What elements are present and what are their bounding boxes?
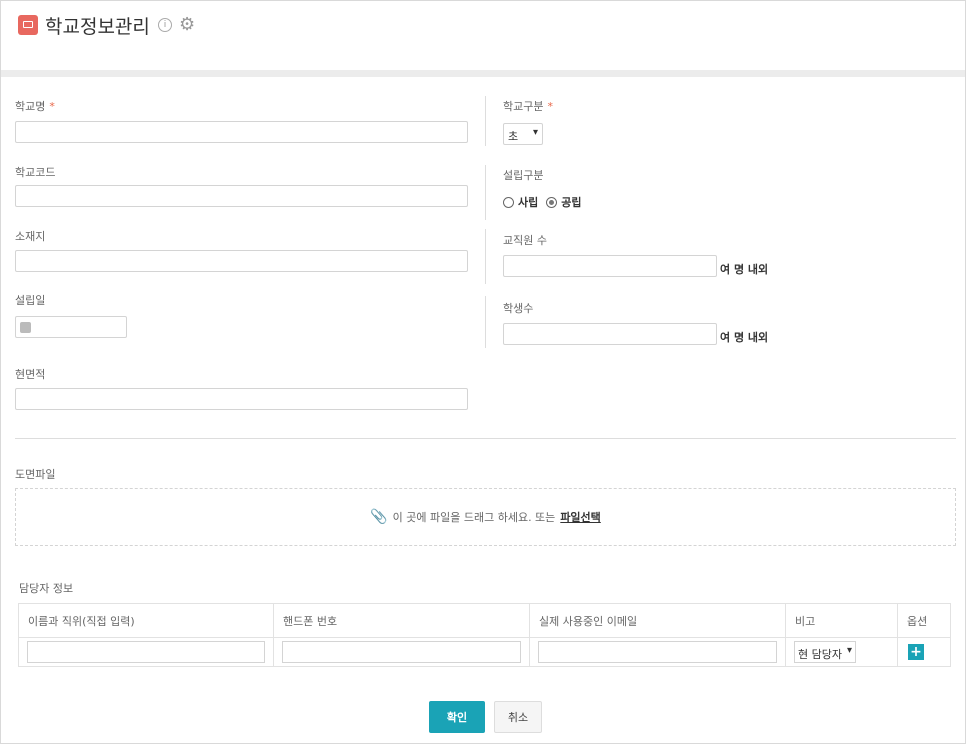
founding-type-label: 설립구분	[503, 169, 544, 182]
student-count-unit: 여 명 내외	[720, 331, 769, 344]
contact-email-input[interactable]	[538, 641, 777, 663]
school-type-label: 학교구분 *	[503, 100, 553, 113]
student-count-input[interactable]	[503, 323, 717, 345]
staff-count-label: 교직원 수	[503, 234, 547, 247]
school-code-input[interactable]	[15, 185, 468, 207]
file-select-link[interactable]: 파일선택	[560, 509, 600, 525]
staff-count-unit: 여 명 내외	[720, 263, 769, 276]
add-contact-button[interactable]: +	[908, 644, 924, 660]
address-label: 소재지	[15, 230, 46, 243]
contacts-table: 이름과 직위(직접 입력) 핸드폰 번호 실제 사용중인 이메일 비고 옵션 현…	[18, 603, 951, 667]
column-header: 비고	[785, 603, 898, 638]
school-code-label: 학교코드	[15, 166, 56, 179]
radio-private[interactable]	[503, 196, 514, 208]
column-header: 실제 사용중인 이메일	[529, 603, 786, 638]
page-title: 학교정보관리	[45, 16, 150, 38]
table-row: 현 담당자 ▾ +	[18, 637, 951, 667]
contact-note-select[interactable]: 현 담당자 ▾	[794, 641, 856, 663]
founding-type-radios: 사립 공립	[503, 194, 582, 210]
area-input[interactable]	[15, 388, 468, 410]
column-divider	[485, 165, 486, 220]
school-type-select[interactable]: 초 ▾	[503, 123, 543, 145]
column-header: 핸드폰 번호	[273, 603, 530, 638]
column-header: 옵션	[897, 603, 951, 638]
area-label: 현면적	[15, 368, 46, 381]
radio-public[interactable]	[546, 196, 558, 208]
founded-date-input[interactable]	[15, 316, 127, 338]
calendar-icon[interactable]	[20, 322, 31, 333]
paperclip-icon: 📎	[370, 509, 388, 525]
school-name-label: 학교명 *	[15, 100, 55, 113]
student-count-label: 학생수	[503, 302, 534, 315]
column-divider	[485, 229, 486, 284]
cancel-button[interactable]: 취소	[494, 701, 542, 733]
laptop-icon	[18, 15, 38, 35]
column-divider	[485, 296, 486, 348]
chevron-down-icon: ▾	[846, 645, 852, 656]
contact-name-input[interactable]	[27, 641, 265, 663]
contact-phone-input[interactable]	[282, 641, 521, 663]
contacts-title: 담당자 정보	[19, 582, 74, 595]
founded-date-label: 설립일	[15, 294, 46, 307]
school-name-input[interactable]	[15, 121, 468, 143]
header-divider	[1, 70, 965, 77]
column-header: 이름과 직위(직접 입력)	[18, 603, 274, 638]
address-input[interactable]	[15, 250, 468, 272]
file-label: 도면파일	[15, 468, 56, 481]
file-dropzone[interactable]: 📎 이 곳에 파일을 드래그 하세요. 또는 파일선택	[15, 488, 956, 546]
gear-icon[interactable]: ⚙	[179, 14, 195, 35]
confirm-button[interactable]: 확인	[429, 701, 485, 733]
column-divider	[485, 96, 486, 146]
staff-count-input[interactable]	[503, 255, 717, 277]
chevron-down-icon: ▾	[532, 127, 538, 138]
section-divider	[15, 438, 956, 439]
table-header-row: 이름과 직위(직접 입력) 핸드폰 번호 실제 사용중인 이메일 비고 옵션	[18, 603, 951, 638]
info-icon[interactable]: i	[158, 18, 172, 32]
